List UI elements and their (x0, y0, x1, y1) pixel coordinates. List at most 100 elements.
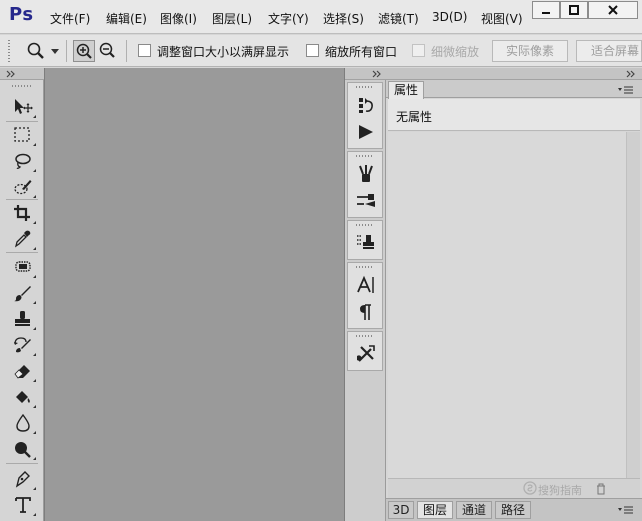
menu-select[interactable]: 选择(S) (323, 10, 364, 27)
properties-panel-header[interactable] (386, 68, 642, 80)
menu-view[interactable]: 视图(V) (481, 10, 523, 27)
brush-panel-button[interactable] (356, 191, 376, 211)
clone-source-button[interactable] (356, 233, 376, 253)
menu-file[interactable]: 文件(F) (50, 10, 90, 27)
type-tool-icon (15, 497, 31, 513)
move-tool[interactable] (9, 96, 37, 118)
scrubby-zoom-checkbox[interactable] (412, 44, 425, 57)
panel-menu-icon (618, 86, 633, 94)
menu-type[interactable]: 文字(Y) (268, 10, 309, 27)
tab-channels[interactable]: 通道 (456, 501, 492, 519)
menu-3d[interactable]: 3D(D) (432, 10, 467, 24)
zoom-in-icon (76, 43, 92, 59)
tool-preset-picker[interactable] (24, 40, 62, 62)
resize-windows-checkbox[interactable] (138, 44, 151, 57)
minimize-icon (542, 12, 550, 14)
minimize-button[interactable] (532, 1, 560, 19)
divider (6, 252, 38, 253)
actions-panel-button[interactable] (356, 122, 376, 142)
properties-tab-strip (386, 80, 642, 98)
eraser-tool[interactable] (9, 360, 37, 382)
brush-tool[interactable] (9, 282, 37, 304)
lasso-tool[interactable] (9, 150, 37, 172)
healing-brush-tool[interactable] (9, 256, 37, 278)
menu-layer[interactable]: 图层(L) (212, 10, 252, 27)
dodge-tool[interactable] (9, 438, 37, 460)
dock-header[interactable] (345, 68, 386, 80)
brush-presets-icon (359, 165, 373, 182)
close-button[interactable] (588, 1, 638, 19)
toolbox-header[interactable] (0, 68, 44, 80)
clone-source-icon (357, 235, 374, 249)
eyedropper-tool[interactable] (9, 228, 37, 250)
properties-content (388, 132, 626, 478)
no-properties-text: 无属性 (396, 110, 433, 124)
dock-grip[interactable] (356, 155, 374, 157)
pen-tool[interactable] (9, 468, 37, 490)
history-brush-tool[interactable] (9, 334, 37, 356)
character-panel-button[interactable] (356, 275, 376, 295)
marquee-tool[interactable] (9, 124, 37, 146)
tab-paths[interactable]: 路径 (495, 501, 531, 519)
trash-icon[interactable] (595, 483, 607, 495)
bottom-panel-menu-button[interactable] (617, 504, 635, 514)
pen-tool-icon (15, 471, 30, 488)
tab-layers[interactable]: 图层 (417, 501, 453, 519)
photoshop-logo: Ps (9, 4, 34, 25)
maximize-button[interactable] (560, 1, 588, 19)
fit-screen-button[interactable]: 适合屏幕 (576, 40, 642, 62)
zoom-all-windows-checkbox[interactable] (306, 44, 319, 57)
canvas-workspace[interactable] (44, 68, 345, 521)
blur-tool[interactable] (9, 412, 37, 434)
properties-footer: 搜狗指南 (388, 478, 640, 498)
menu-filter[interactable]: 滤镜(T) (378, 10, 419, 27)
panel-menu-button[interactable] (617, 84, 635, 94)
zoom-out-button[interactable] (97, 40, 119, 62)
dock-grip[interactable] (356, 86, 374, 88)
crop-tool[interactable] (9, 202, 37, 224)
clone-stamp-tool-icon (15, 311, 30, 326)
properties-header: 无属性 (388, 99, 640, 131)
menu-image[interactable]: 图像(I) (160, 10, 197, 27)
dodge-tool-icon (15, 442, 31, 458)
brush-presets-button[interactable] (356, 164, 376, 184)
type-tool[interactable] (9, 494, 37, 516)
resize-windows-label: 调整窗口大小以满屏显示 (157, 45, 290, 59)
quick-select-tool-icon (14, 180, 32, 195)
toolbox-grip[interactable] (12, 85, 32, 87)
marquee-tool-icon (14, 127, 30, 142)
tab-3d[interactable]: 3D (388, 501, 414, 519)
clone-stamp-tool[interactable] (9, 308, 37, 330)
eyedropper-tool-icon (14, 230, 31, 248)
collapse-double-arrow-icon (6, 70, 15, 78)
dock-grip[interactable] (356, 335, 374, 337)
properties-scrollbar[interactable] (626, 132, 640, 478)
actual-pixels-button[interactable]: 实际像素 (492, 40, 568, 62)
blur-tool-icon (16, 414, 30, 432)
tool-presets-button[interactable] (356, 344, 376, 364)
brush-tool-icon (14, 286, 31, 302)
panel-menu-icon (618, 506, 633, 514)
zoom-in-button[interactable] (73, 40, 95, 62)
close-icon (608, 5, 618, 15)
dock-grip[interactable] (356, 224, 374, 226)
divider (6, 199, 38, 200)
paragraph-panel-button[interactable] (356, 302, 376, 322)
tab-properties[interactable]: 属性 (388, 81, 424, 99)
properties-panel: 属性 无属性 搜狗指南 3D 图层 通道 路径 (386, 68, 642, 521)
history-panel-button[interactable] (356, 95, 376, 115)
menu-edit[interactable]: 编辑(E) (106, 10, 147, 27)
move-tool-icon (15, 99, 33, 114)
toolbox (0, 68, 44, 521)
collapse-double-arrow-icon (626, 70, 635, 78)
paint-bucket-tool[interactable] (9, 386, 37, 408)
watermark: 搜狗指南 (538, 484, 582, 497)
dock-group-tool-presets (347, 331, 383, 371)
options-bar-grip[interactable] (8, 40, 10, 62)
divider (6, 121, 38, 122)
dock-grip[interactable] (356, 266, 374, 268)
panel-dock (345, 68, 386, 521)
eraser-tool-icon (14, 365, 30, 379)
quick-select-tool[interactable] (9, 176, 37, 198)
paint-bucket-tool-icon (16, 391, 30, 403)
